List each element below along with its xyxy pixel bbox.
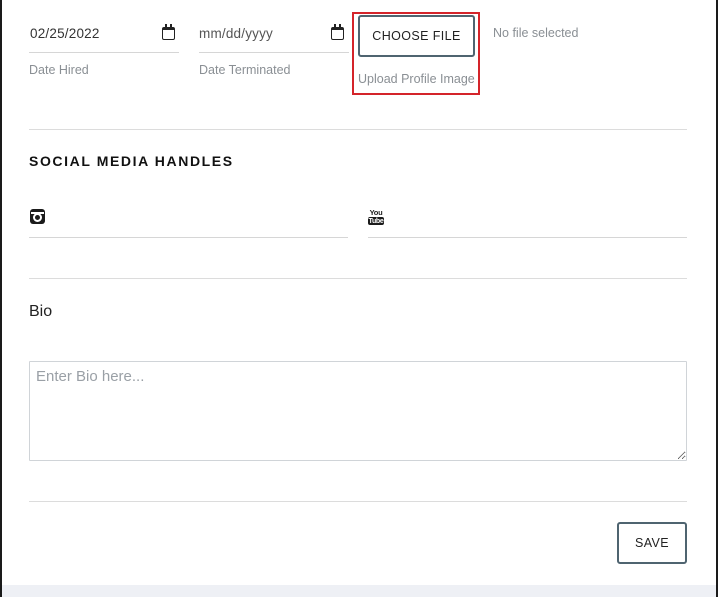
bio-label: Bio — [29, 303, 53, 320]
section-divider — [29, 501, 687, 502]
youtube-handle-input[interactable] — [368, 237, 687, 238]
date-hired-input[interactable]: 02/25/2022 — [30, 26, 100, 41]
date-terminated-label: Date Terminated — [199, 63, 291, 77]
youtube-icon-text-top: You — [369, 208, 383, 217]
date-terminated-underline — [199, 52, 349, 53]
choose-file-button[interactable]: CHOOSE FILE — [358, 15, 475, 57]
section-divider — [29, 129, 687, 130]
panel-bottom-band — [2, 585, 716, 597]
youtube-icon: You Tube — [368, 209, 384, 225]
save-button[interactable]: SAVE — [617, 522, 687, 564]
section-divider — [29, 278, 687, 279]
date-hired-label: Date Hired — [29, 63, 89, 77]
youtube-icon-text-bottom: Tube — [368, 217, 384, 225]
instagram-handle-input[interactable] — [29, 237, 348, 238]
calendar-icon[interactable] — [162, 24, 175, 40]
bio-textarea[interactable] — [29, 361, 687, 461]
date-terminated-input[interactable]: mm/dd/yyyy — [199, 26, 273, 41]
upload-profile-image-label: Upload Profile Image — [358, 72, 475, 86]
file-status-text: No file selected — [493, 26, 579, 40]
date-hired-underline — [29, 52, 179, 53]
instagram-icon — [30, 209, 45, 224]
calendar-icon[interactable] — [331, 24, 344, 40]
social-media-title: SOCIAL MEDIA HANDLES — [29, 153, 234, 169]
